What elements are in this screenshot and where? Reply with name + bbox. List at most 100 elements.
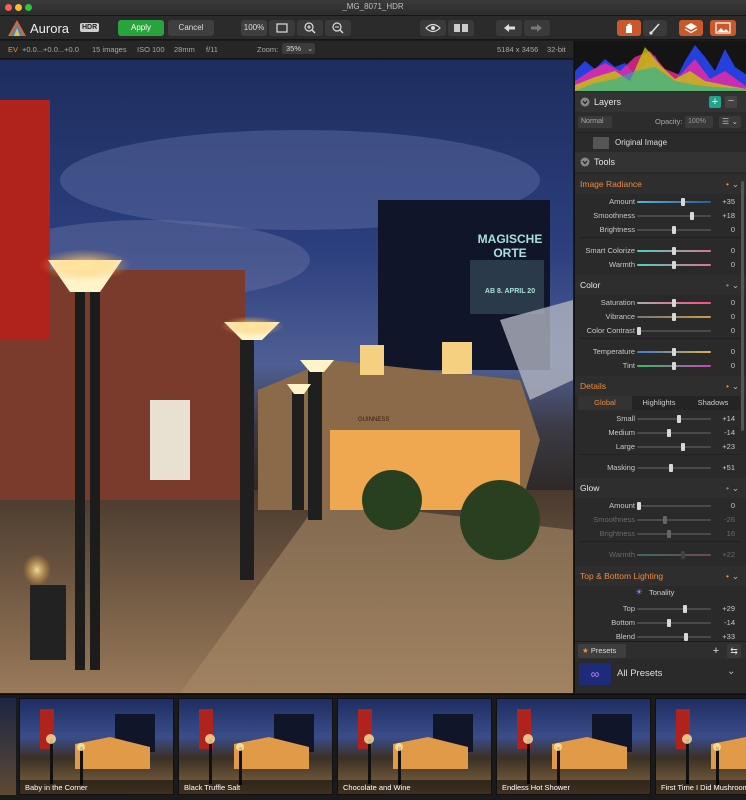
details-header[interactable]: Details • ⌄: [575, 376, 746, 396]
filter-enabled-icon[interactable]: •: [726, 478, 729, 498]
slider-track[interactable]: [637, 247, 711, 255]
filmstrip-scroll-left[interactable]: [0, 698, 16, 795]
slider-knob[interactable]: [669, 464, 673, 472]
layers-header[interactable]: Layers + −: [575, 92, 746, 112]
slider-track[interactable]: [637, 348, 711, 356]
hand-tool-button[interactable]: [617, 20, 641, 36]
add-layer-button[interactable]: +: [709, 96, 721, 108]
slider-track[interactable]: [637, 619, 711, 627]
opacity-select[interactable]: 100%: [685, 116, 713, 128]
image-radiance-slider-smart-colorize[interactable]: Smart Colorize 0: [575, 244, 735, 258]
glow-slider-smoothness[interactable]: Smoothness -26: [575, 513, 735, 527]
color-header[interactable]: Color • ⌄: [575, 275, 746, 295]
layer-row-original[interactable]: Original Image: [575, 132, 746, 152]
details-slider-large[interactable]: Large +23: [575, 440, 735, 454]
glow-slider-amount[interactable]: Amount 0: [575, 499, 735, 513]
image-radiance-header[interactable]: Image Radiance • ⌄: [575, 174, 746, 194]
slider-track[interactable]: [637, 299, 711, 307]
image-radiance-slider-brightness[interactable]: Brightness 0: [575, 223, 735, 237]
preset-category-select[interactable]: ∞ All Presets ⌄: [575, 660, 746, 688]
filter-enabled-icon[interactable]: •: [726, 566, 729, 586]
color-slider-tint[interactable]: Tint 0: [575, 359, 735, 373]
slider-knob[interactable]: [637, 502, 641, 510]
undo-button[interactable]: [496, 20, 522, 36]
redo-button[interactable]: [524, 20, 550, 36]
preset-thumbnail[interactable]: Endless Hot Shower: [496, 698, 651, 795]
slider-track[interactable]: [637, 429, 711, 437]
slider-knob[interactable]: [681, 198, 685, 206]
hdr-preview-image[interactable]: MAGISCHE ORTE AB 8. APRIL 20 GUINNESS: [0, 60, 573, 693]
filter-enabled-icon[interactable]: •: [726, 174, 729, 194]
slider-track[interactable]: [637, 198, 711, 206]
presets-tab[interactable]: ★ Presets: [578, 644, 626, 658]
slider-track[interactable]: [637, 464, 711, 472]
slider-knob[interactable]: [681, 443, 685, 451]
slider-knob[interactable]: [690, 212, 694, 220]
slider-knob[interactable]: [672, 313, 676, 321]
preset-thumbnail[interactable]: Black Truffle Salt: [178, 698, 333, 795]
slider-track[interactable]: [637, 502, 711, 510]
zoom-in-button[interactable]: [297, 20, 323, 36]
slider-track[interactable]: [637, 415, 711, 423]
top-bottom-lighting-header[interactable]: Top & Bottom Lighting • ⌄: [575, 566, 746, 586]
slider-knob[interactable]: [684, 633, 688, 641]
slider-knob[interactable]: [637, 327, 641, 335]
slider-knob[interactable]: [681, 551, 685, 559]
layers-panel-button[interactable]: [679, 20, 703, 36]
compare-view-button[interactable]: [448, 20, 474, 36]
slider-track[interactable]: [637, 633, 711, 641]
cancel-button[interactable]: Cancel: [168, 20, 214, 36]
glow-slider-brightness[interactable]: Brightness 16: [575, 527, 735, 541]
remove-layer-button[interactable]: −: [725, 96, 737, 108]
slider-track[interactable]: [637, 226, 711, 234]
image-panel-button[interactable]: [710, 20, 736, 36]
top-bottom-slider-top[interactable]: Top +29: [575, 602, 735, 616]
slider-knob[interactable]: [672, 348, 676, 356]
details-slider-medium[interactable]: Medium -14: [575, 426, 735, 440]
slider-knob[interactable]: [672, 261, 676, 269]
tools-header[interactable]: Tools: [575, 152, 746, 172]
slider-knob[interactable]: [672, 362, 676, 370]
details-slider-masking[interactable]: Masking +51: [575, 461, 735, 475]
slider-knob[interactable]: [667, 429, 671, 437]
glow-header[interactable]: Glow • ⌄: [575, 478, 746, 498]
filter-enabled-icon[interactable]: •: [726, 275, 729, 295]
details-slider-small[interactable]: Small +14: [575, 412, 735, 426]
image-radiance-slider-amount[interactable]: Amount +35: [575, 195, 735, 209]
slider-knob[interactable]: [672, 299, 676, 307]
slider-knob[interactable]: [667, 530, 671, 538]
layer-menu-button[interactable]: ☰ ⌄: [719, 116, 741, 128]
slider-knob[interactable]: [672, 247, 676, 255]
tab-highlights[interactable]: Highlights: [632, 396, 686, 410]
preset-thumbnail[interactable]: Chocolate and Wine: [337, 698, 492, 795]
color-slider-vibrance[interactable]: Vibrance 0: [575, 310, 735, 324]
zoom-100-button[interactable]: 100%: [241, 20, 267, 36]
image-radiance-slider-smoothness[interactable]: Smoothness +18: [575, 209, 735, 223]
slider-track[interactable]: [637, 212, 711, 220]
slider-track[interactable]: [637, 313, 711, 321]
glow-slider-warmth[interactable]: Warmth +22: [575, 548, 735, 562]
color-slider-temperature[interactable]: Temperature 0: [575, 345, 735, 359]
slider-knob[interactable]: [683, 605, 687, 613]
tab-global[interactable]: Global: [578, 396, 632, 410]
slider-track[interactable]: [637, 327, 711, 335]
tonality-row[interactable]: ☀ Tonality: [575, 586, 746, 600]
preview-toggle-button[interactable]: [420, 20, 446, 36]
slider-track[interactable]: [637, 261, 711, 269]
apply-button[interactable]: Apply: [118, 20, 164, 36]
slider-track[interactable]: [637, 516, 711, 524]
slider-knob[interactable]: [667, 619, 671, 627]
color-slider-saturation[interactable]: Saturation 0: [575, 296, 735, 310]
add-preset-button[interactable]: +: [709, 644, 723, 658]
preset-thumbnail[interactable]: Baby in the Corner: [19, 698, 174, 795]
filter-enabled-icon[interactable]: •: [726, 376, 729, 396]
fit-screen-button[interactable]: [269, 20, 295, 36]
sync-presets-button[interactable]: ⇆: [727, 644, 741, 658]
slider-track[interactable]: [637, 530, 711, 538]
slider-knob[interactable]: [672, 226, 676, 234]
slider-knob[interactable]: [677, 415, 681, 423]
top-bottom-slider-bottom[interactable]: Bottom -14: [575, 616, 735, 630]
slider-knob[interactable]: [663, 516, 667, 524]
tools-scrollbar[interactable]: [741, 181, 744, 431]
slider-track[interactable]: [637, 362, 711, 370]
